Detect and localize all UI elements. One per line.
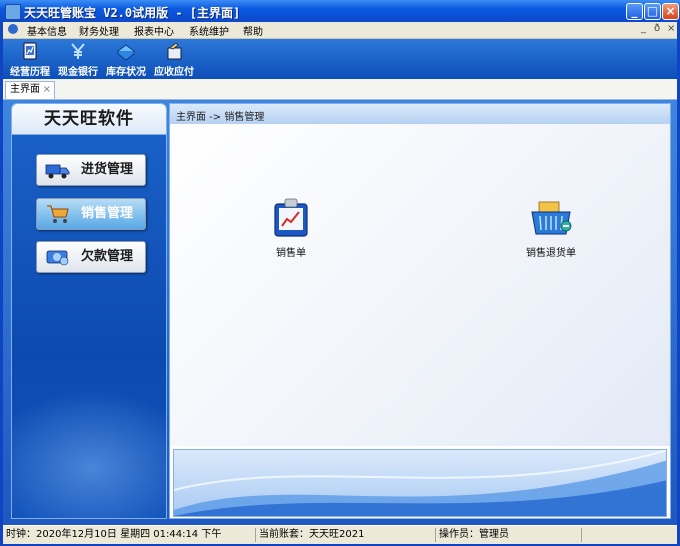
receivable-icon <box>167 42 182 60</box>
status-bar: 时钟：2020年12月10日 星期四 01:44:14 下午 当前账套：天天旺2… <box>3 525 677 544</box>
nav-debt-button[interactable]: 欠款管理 <box>36 241 146 273</box>
app-window: 天天旺管账宝 V2.0试用版 - [主界面] _ □ × 基本信息 财务处理 报… <box>0 0 680 546</box>
history-book-icon <box>23 42 37 60</box>
func-label: 销售退货单 <box>526 248 576 259</box>
menu-help[interactable]: 帮助 <box>243 23 263 38</box>
breadcrumb-bar: 主界面 -> 销售管理 <box>170 104 670 125</box>
toolbar: 经营历程 现金银行 库存状况 应收应付 <box>3 39 677 79</box>
sidebar-decoration <box>12 388 166 518</box>
inventory-icon <box>117 44 135 61</box>
menu-system[interactable]: 系统维护 <box>189 23 229 38</box>
tool-receivables[interactable]: 应收应付 <box>149 41 199 78</box>
tool-label: 经营历程 <box>10 67 50 78</box>
func-sales-return[interactable]: 销售退货单 <box>516 196 586 259</box>
func-sales-order[interactable]: 销售单 <box>256 196 326 259</box>
main-panel: 主界面 -> 销售管理 销售单 销售退货单 <box>169 103 671 519</box>
tab-main[interactable]: 主界面 × <box>5 81 55 99</box>
sidebar: 天天旺软件 进货管理 销售管理 欠款管理 <box>11 103 167 519</box>
tool-inventory[interactable]: 库存状况 <box>101 41 151 78</box>
status-account: 当前账套：天天旺2021 <box>255 528 435 542</box>
tool-cash-bank[interactable]: 现金银行 <box>53 41 103 78</box>
truck-icon <box>45 164 70 179</box>
menu-finance[interactable]: 财务处理 <box>79 23 119 38</box>
menu-bar: 基本信息 财务处理 报表中心 系统维护 帮助 _ ð × <box>3 22 677 39</box>
money-icon <box>46 250 69 266</box>
nav-label: 进货管理 <box>81 162 134 177</box>
decorative-banner <box>173 449 667 517</box>
close-button[interactable]: × <box>662 3 679 20</box>
nav-purchase-button[interactable]: 进货管理 <box>36 154 146 186</box>
minimize-button[interactable]: _ <box>626 3 643 20</box>
mdi-system-icon[interactable] <box>8 24 18 34</box>
tab-strip: 主界面 × <box>3 79 677 100</box>
tab-close-icon[interactable]: × <box>43 82 51 98</box>
function-panel: 销售单 销售退货单 <box>170 124 670 446</box>
tool-label: 现金银行 <box>58 67 98 78</box>
tool-history[interactable]: 经营历程 <box>5 41 55 78</box>
nav-label: 欠款管理 <box>81 249 134 264</box>
func-label: 销售单 <box>276 248 306 259</box>
window-title: 天天旺管账宝 V2.0试用版 - [主界面] <box>24 6 241 20</box>
maximize-button[interactable]: □ <box>644 3 661 20</box>
menu-reports[interactable]: 报表中心 <box>134 23 174 38</box>
status-empty <box>581 528 677 542</box>
breadcrumb: 主界面 -> 销售管理 <box>176 112 265 123</box>
status-operator: 操作员：管理员 <box>435 528 581 542</box>
sales-return-icon <box>531 201 572 235</box>
menu-basic-info[interactable]: 基本信息 <box>27 23 67 38</box>
shopping-cart-icon <box>47 205 69 223</box>
status-clock: 时钟：2020年12月10日 星期四 01:44:14 下午 <box>6 529 222 540</box>
tool-label: 应收应付 <box>154 67 194 78</box>
mdi-close-button[interactable]: × <box>667 23 675 34</box>
wave-decoration <box>174 450 666 516</box>
mdi-minimize-button[interactable]: _ <box>641 23 646 34</box>
tab-label: 主界面 <box>10 84 40 95</box>
tool-label: 库存状况 <box>106 67 146 78</box>
content-area: 天天旺软件 进货管理 销售管理 欠款管理 主界面 -> 销售管理 销售单 销售退… <box>3 100 677 525</box>
cash-bank-icon <box>71 43 85 59</box>
nav-sales-button[interactable]: 销售管理 <box>36 198 146 230</box>
brand-title: 天天旺软件 <box>12 104 166 135</box>
title-bar[interactable]: 天天旺管账宝 V2.0试用版 - [主界面] _ □ × <box>0 0 680 22</box>
mdi-restore-button[interactable]: ð <box>654 23 660 34</box>
app-icon[interactable] <box>5 4 21 20</box>
nav-label: 销售管理 <box>81 206 134 221</box>
sales-order-icon <box>274 198 308 237</box>
